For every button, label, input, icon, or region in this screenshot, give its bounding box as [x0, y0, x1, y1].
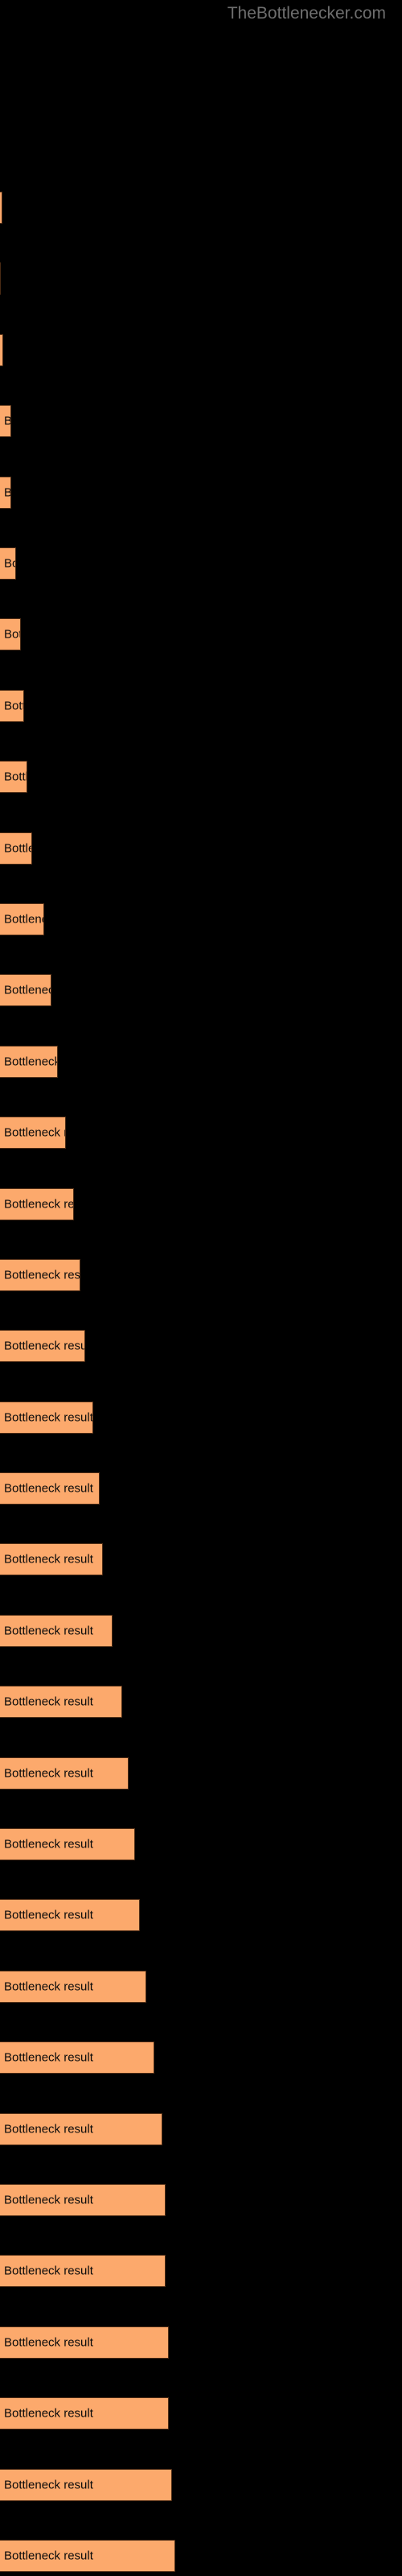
bar[interactable]: Bottleneck result	[0, 405, 11, 437]
bar[interactable]: Bottleneck result	[0, 547, 16, 580]
bar-label: Bottleneck result	[4, 699, 23, 713]
bar[interactable]: Bottleneck result	[0, 1046, 58, 1078]
bar[interactable]: Bottleneck result	[0, 334, 3, 366]
bar-label: Bottleneck result	[4, 1979, 93, 1994]
bar-label: Bottleneck result	[4, 627, 20, 642]
bar-label: Bottleneck result	[4, 2406, 93, 2421]
bar[interactable]: Bottleneck result	[0, 761, 27, 793]
bar-label: Bottleneck result	[4, 1837, 93, 1852]
bar-label: Bottleneck result	[4, 912, 43, 927]
bar-label: Bottleneck result	[4, 2549, 93, 2563]
bar[interactable]: Bottleneck result	[0, 832, 32, 865]
bar-label: Bottleneck result	[4, 1695, 93, 1709]
bar[interactable]: Bottleneck result	[0, 2326, 169, 2359]
bar[interactable]: Bottleneck result	[0, 1828, 135, 1860]
bar[interactable]: Bottleneck result	[0, 1757, 129, 1790]
bar[interactable]: Bottleneck result	[0, 1615, 113, 1647]
bar-label: Bottleneck result	[4, 1481, 93, 1496]
bar-label: Bottleneck result	[4, 1125, 65, 1140]
bar[interactable]: Bottleneck result	[0, 1971, 146, 2003]
bar-label: Bottleneck result	[4, 2478, 93, 2492]
bottleneck-chart-page: TheBottlenecker.com Bottleneck resultBot…	[0, 0, 402, 2576]
bar[interactable]: Bottleneck result	[0, 2255, 166, 2287]
bar-chart-plot-area: Bottleneck result Bottleneck result Bottle…	[0, 0, 402, 2576]
bar-label: Bottleneck result	[4, 486, 10, 500]
bar-label: Bottleneck result	[4, 556, 15, 571]
bar[interactable]: Bottleneck result	[0, 2469, 172, 2501]
bar[interactable]: Bottleneck result	[0, 2184, 166, 2216]
bar[interactable]: Bottleneck result	[0, 1472, 100, 1505]
bar[interactable]: Bottleneck result	[0, 2113, 162, 2145]
bar-label: Bottleneck result	[4, 1552, 93, 1567]
bar[interactable]: Bottleneck result	[0, 1543, 103, 1575]
bar-label: Bottleneck result	[4, 1339, 85, 1353]
bar-label: Bottleneck result	[4, 1197, 74, 1212]
bar-label: Bottleneck result	[4, 1055, 58, 1069]
bar-label: Bottleneck result	[4, 770, 27, 784]
bar[interactable]: Bottleneck result	[0, 974, 51, 1006]
bar-label: Bottleneck result	[4, 2193, 93, 2207]
bar[interactable]: Bottleneck result	[0, 1899, 140, 1931]
bar-label: Bottleneck result	[4, 1908, 93, 1922]
bar[interactable]: Bottleneck result	[0, 192, 2, 224]
bar-label: Bottleneck result	[4, 1624, 93, 1638]
bar-label: Bottleneck result	[4, 415, 10, 428]
bar-label: Bottleneck result	[4, 1766, 93, 1781]
bar[interactable]: Bottleneck result	[0, 903, 44, 935]
bar[interactable]: Bottleneck result	[0, 2540, 175, 2572]
bar[interactable]: Bottleneck result	[0, 1259, 80, 1291]
bar-label: Bottleneck result	[4, 1410, 93, 1425]
bar[interactable]: Bottleneck result	[0, 2397, 169, 2429]
bar-label: Bottleneck result	[4, 1268, 80, 1282]
bar[interactable]: Bottleneck result	[0, 1330, 85, 1362]
bar[interactable]: Bottleneck result	[0, 1686, 122, 1718]
bar[interactable]: Bottleneck result	[0, 1188, 74, 1220]
bar-label: Bottleneck result	[4, 2122, 93, 2136]
bar[interactable]: Bottleneck result	[0, 690, 24, 722]
bar[interactable]: Bottleneck result	[0, 477, 11, 509]
bar[interactable]: Bottleneck result	[0, 618, 21, 650]
bar[interactable]: Bottleneck result	[0, 1402, 93, 1434]
bar-label: Bottleneck result	[4, 2050, 93, 2065]
bar-label: Bottleneck result	[4, 2264, 93, 2278]
bar[interactable]: Bottleneck result	[0, 262, 1, 295]
bar-label: Bottleneck result	[4, 983, 51, 997]
bar[interactable]: Bottleneck result	[0, 1117, 66, 1149]
bar[interactable]: Bottleneck result	[0, 2041, 154, 2074]
bar-label: Bottleneck result	[4, 841, 31, 856]
bar-label: Bottleneck result	[4, 2335, 93, 2350]
